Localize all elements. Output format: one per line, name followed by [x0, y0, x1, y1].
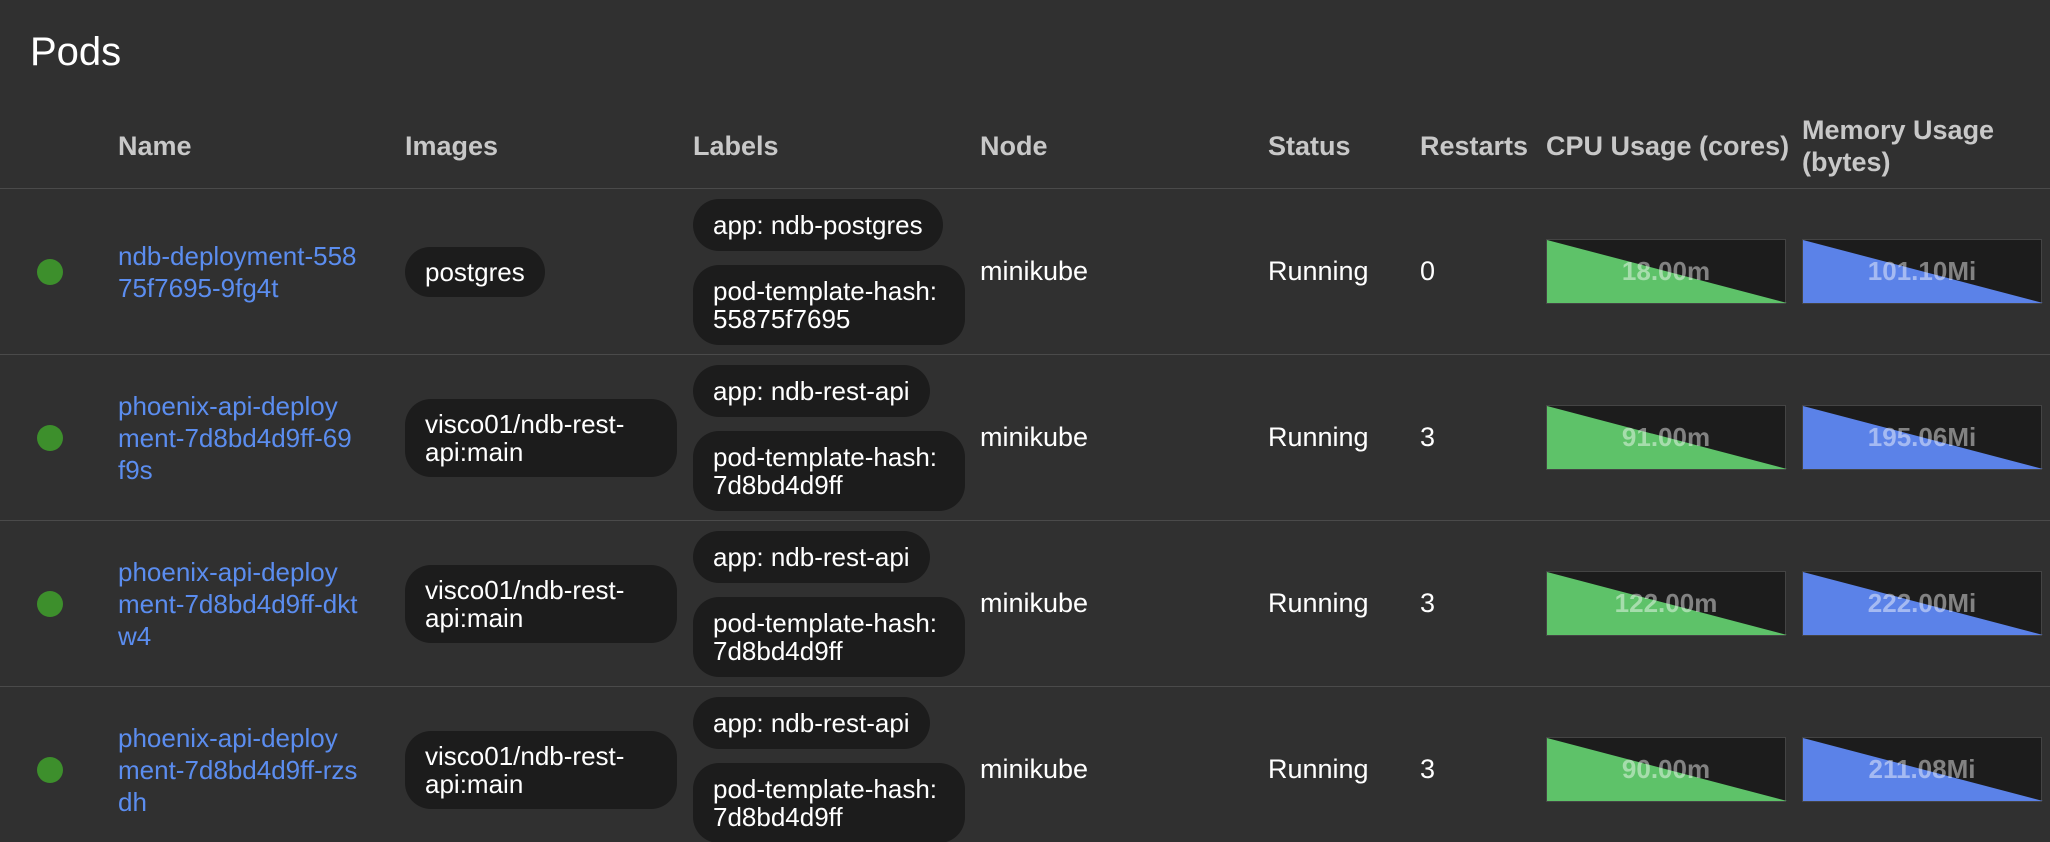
status-ok-icon	[37, 757, 63, 783]
status-ok-icon	[37, 591, 63, 617]
label-chip: app: ndb-postgres	[693, 198, 943, 251]
restarts-count: 0	[1420, 256, 1436, 286]
pods-page: Pods Name Images Labels Node Status Rest…	[0, 0, 2050, 842]
status-text: Running	[1268, 754, 1369, 784]
table-row: ndb-deployment-55875f7695-9fg4t postgres…	[0, 189, 2050, 355]
cpu-value: 91.00m	[1621, 422, 1711, 452]
cpu-sparkline: 91.00m	[1546, 405, 1787, 470]
node-name: minikube	[980, 422, 1089, 452]
node-name: minikube	[980, 588, 1089, 618]
memory-sparkline: 222.00Mi	[1802, 571, 2043, 636]
node-name: minikube	[980, 754, 1089, 784]
label-chip: pod-template-hash: 7d8bd4d9ff	[693, 762, 965, 842]
memory-sparkline: 101.10Mi	[1802, 239, 2043, 304]
column-header-restarts[interactable]: Restarts	[1420, 130, 1528, 162]
status-text: Running	[1268, 422, 1369, 452]
column-header-memory[interactable]: Memory Usage (bytes)	[1802, 114, 1994, 178]
restarts-count: 3	[1420, 588, 1436, 618]
table-row: phoenix-api-deployment-7d8bd4d9ff-dktw4 …	[0, 521, 2050, 687]
column-header-labels[interactable]: Labels	[693, 130, 779, 162]
cpu-sparkline: 18.00m	[1546, 239, 1787, 304]
status-text: Running	[1268, 256, 1369, 286]
page-title: Pods	[30, 30, 122, 74]
memory-value: 211.08Mi	[1868, 754, 1976, 784]
column-header-status[interactable]: Status	[1268, 130, 1351, 162]
cpu-value: 18.00m	[1621, 256, 1711, 286]
label-chip: app: ndb-rest-api	[693, 696, 930, 749]
image-chip: visco01/ndb-rest-api:main	[405, 730, 677, 809]
cpu-sparkline: 90.00m	[1546, 737, 1787, 802]
memory-value: 222.00Mi	[1867, 588, 1977, 618]
restarts-count: 3	[1420, 754, 1436, 784]
column-header-name[interactable]: Name	[118, 130, 192, 162]
pod-name-link[interactable]: ndb-deployment-55875f7695-9fg4t	[118, 240, 358, 304]
column-header-images[interactable]: Images	[405, 130, 498, 162]
label-chip: pod-template-hash: 55875f7695	[693, 264, 965, 345]
status-ok-icon	[37, 259, 63, 285]
memory-value: 101.10Mi	[1867, 256, 1977, 286]
column-header-cpu[interactable]: CPU Usage (cores)	[1546, 130, 1789, 162]
status-text: Running	[1268, 588, 1369, 618]
column-header-node[interactable]: Node	[980, 130, 1048, 162]
pod-name-link[interactable]: phoenix-api-deployment-7d8bd4d9ff-dktw4	[118, 556, 358, 652]
column-header-memory-line2: (bytes)	[1802, 147, 1891, 177]
memory-sparkline: 211.08Mi	[1802, 737, 2043, 802]
memory-value: 195.06Mi	[1867, 422, 1977, 452]
image-chip: visco01/ndb-rest-api:main	[405, 398, 677, 477]
restarts-count: 3	[1420, 422, 1436, 452]
table-row: phoenix-api-deployment-7d8bd4d9ff-rzsdh …	[0, 687, 2050, 842]
label-chip: pod-template-hash: 7d8bd4d9ff	[693, 430, 965, 511]
node-name: minikube	[980, 256, 1089, 286]
label-chip: app: ndb-rest-api	[693, 530, 930, 583]
pod-name-link[interactable]: phoenix-api-deployment-7d8bd4d9ff-rzsdh	[118, 722, 358, 818]
image-chip: visco01/ndb-rest-api:main	[405, 564, 677, 643]
cpu-value: 122.00m	[1614, 588, 1718, 618]
table-header: Name Images Labels Node Status Restarts …	[0, 110, 2050, 189]
memory-sparkline: 195.06Mi	[1802, 405, 2043, 470]
pod-name-link[interactable]: phoenix-api-deployment-7d8bd4d9ff-69f9s	[118, 390, 358, 486]
cpu-sparkline: 122.00m	[1546, 571, 1787, 636]
column-header-memory-line1: Memory Usage	[1802, 115, 1995, 145]
label-chip: pod-template-hash: 7d8bd4d9ff	[693, 596, 965, 677]
table-row: phoenix-api-deployment-7d8bd4d9ff-69f9s …	[0, 355, 2050, 521]
status-ok-icon	[37, 425, 63, 451]
image-chip: postgres	[405, 246, 545, 297]
cpu-value: 90.00m	[1621, 754, 1711, 784]
label-chip: app: ndb-rest-api	[693, 364, 930, 417]
